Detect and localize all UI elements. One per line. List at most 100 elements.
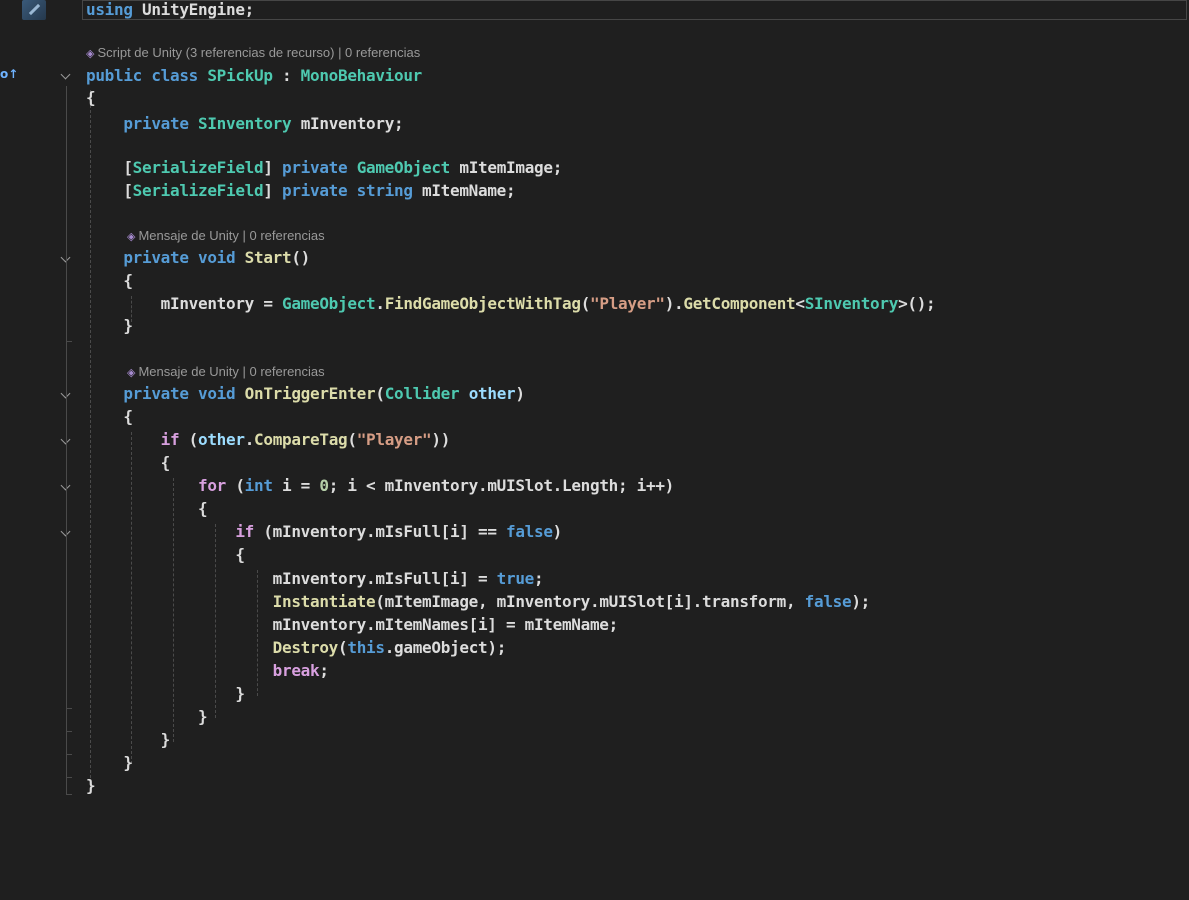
code-token: }: [86, 776, 96, 795]
code-token: false: [506, 522, 553, 541]
code-line[interactable]: }: [86, 683, 245, 705]
code-token: Collider: [384, 384, 460, 403]
code-token: .: [375, 294, 385, 313]
code-token: SerializeField: [132, 181, 264, 200]
code-line[interactable]: {: [86, 498, 208, 520]
outline-tick-start: [66, 341, 72, 342]
code-token: mInventory =: [86, 294, 282, 313]
code-token: }: [86, 684, 245, 703]
outline-line-class: [66, 86, 67, 794]
code-line[interactable]: }: [86, 752, 133, 774]
codelens-ontriggerenter[interactable]: ◈ Mensaje de Unity | 0 referencias: [127, 364, 325, 380]
code-token: Destroy: [272, 638, 339, 657]
code-token: }: [86, 753, 133, 772]
code-line[interactable]: for (int i = 0; i < mInventory.mUISlot.L…: [86, 475, 674, 497]
code-token: for: [198, 476, 226, 495]
code-token: (: [347, 430, 357, 449]
code-token: ;: [534, 569, 544, 588]
code-token: true: [496, 569, 535, 588]
code-line[interactable]: if (other.CompareTag("Player")): [86, 429, 451, 451]
code-line[interactable]: using UnityEngine;: [86, 0, 254, 21]
code-line[interactable]: Destroy(this.gameObject);: [86, 637, 507, 659]
code-token: mInventory.mItemNames[i] = mItemName;: [86, 615, 619, 634]
code-token: other: [198, 430, 245, 449]
code-line[interactable]: }: [86, 315, 133, 337]
code-token: (: [338, 638, 348, 657]
code-line[interactable]: Instantiate(mItemImage, mInventory.mUISl…: [86, 591, 871, 613]
code-token: :: [272, 66, 301, 85]
code-token: ): [515, 384, 525, 403]
code-token: ): [552, 522, 563, 541]
outline-line-start: [66, 268, 67, 342]
code-token: if: [235, 522, 254, 541]
code-token: >();: [898, 294, 936, 313]
code-token: mInventory;: [291, 114, 404, 133]
outline-tick-ontriggerenter: [66, 777, 72, 778]
code-line[interactable]: private void Start(): [86, 247, 310, 269]
code-token: CompareTag: [254, 430, 348, 449]
code-line[interactable]: mInventory.mIsFull[i] = true;: [86, 568, 544, 590]
unity-cube-icon: ◈: [127, 367, 136, 379]
code-line[interactable]: break;: [86, 660, 329, 682]
fold-toggle-class[interactable]: [60, 70, 72, 82]
outline-tick-for: [66, 731, 72, 732]
code-line[interactable]: public class SPickUp : MonoBehaviour: [86, 65, 422, 87]
codelens-start[interactable]: ◈ Mensaje de Unity | 0 referencias: [127, 228, 325, 244]
code-line[interactable]: mInventory = GameObject.FindGameObjectWi…: [86, 293, 936, 315]
code-token: Instantiate: [272, 592, 376, 611]
codelens-text[interactable]: Mensaje de Unity | 0 referencias: [138, 364, 324, 379]
code-token: {: [86, 407, 133, 426]
code-line[interactable]: if (mInventory.mIsFull[i] == false): [86, 521, 562, 543]
code-token: MonoBehaviour: [300, 66, 423, 85]
code-token: {: [86, 499, 208, 518]
code-token: (: [226, 476, 245, 495]
code-line[interactable]: private void OnTriggerEnter(Collider oth…: [86, 383, 525, 405]
override-margin-icon[interactable]: o↑: [0, 67, 18, 81]
code-token: <: [795, 294, 805, 313]
code-line[interactable]: }: [86, 775, 96, 797]
code-token: UnityEngine;: [132, 0, 254, 19]
outline-tick-class: [66, 794, 72, 795]
code-line[interactable]: [SerializeField] private GameObject mIte…: [86, 157, 562, 179]
code-token: SInventory: [804, 294, 899, 313]
code-token: (mInventory.mIsFull[i] ==: [254, 522, 506, 541]
code-token: (: [580, 294, 591, 313]
codelens-class[interactable]: ◈ Script de Unity (3 referencias de recur…: [86, 45, 420, 61]
code-line[interactable]: private SInventory mInventory;: [86, 113, 403, 135]
code-token: ; i < mInventory.mUISlot.Length; i++): [328, 476, 675, 495]
code-token: GetComponent: [683, 294, 796, 313]
code-line[interactable]: {: [86, 87, 96, 109]
code-token: [: [86, 158, 133, 177]
codelens-text[interactable]: Mensaje de Unity | 0 referencias: [138, 228, 324, 243]
codelens-text[interactable]: Script de Unity (3 referencias de recurs…: [97, 45, 420, 60]
unity-cube-icon: ◈: [127, 231, 136, 243]
code-line[interactable]: mInventory.mItemNames[i] = mItemName;: [86, 614, 619, 636]
code-line[interactable]: }: [86, 706, 208, 728]
code-token: int: [244, 476, 273, 495]
quick-action-screwdriver-icon[interactable]: [22, 0, 46, 20]
code-line[interactable]: {: [86, 406, 133, 428]
code-token: "Player": [590, 294, 665, 313]
code-line[interactable]: {: [86, 452, 171, 474]
code-token: private string: [282, 181, 413, 200]
code-line[interactable]: }: [86, 729, 171, 751]
code-line[interactable]: {: [86, 270, 133, 292]
code-token: (: [375, 384, 385, 403]
code-token: if: [160, 430, 180, 449]
code-line[interactable]: {: [86, 544, 245, 566]
code-token: SPickUp: [207, 66, 273, 85]
outline-tick-if-comparetag: [66, 754, 72, 755]
code-token: SerializeField: [132, 158, 264, 177]
code-token: mItemName;: [412, 181, 516, 200]
code-token: }: [86, 316, 133, 335]
code-line[interactable]: [SerializeField] private string mItemNam…: [86, 180, 515, 202]
code-token: GameObject: [356, 158, 451, 177]
